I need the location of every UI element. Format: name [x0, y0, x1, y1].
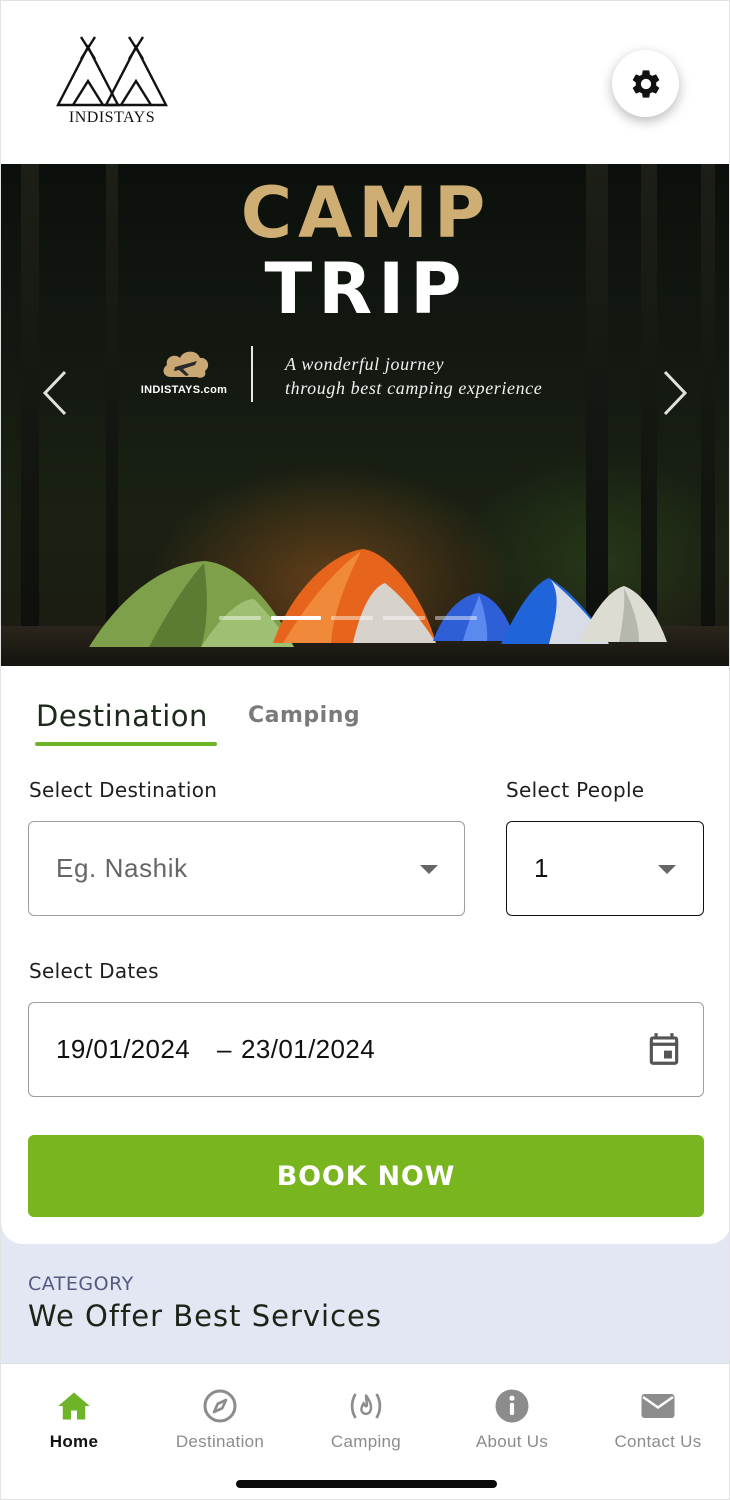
dates-label: Select Dates — [29, 959, 159, 983]
nav-item-camping[interactable]: Camping — [293, 1364, 439, 1464]
destination-select[interactable]: Eg. Nashik — [28, 821, 465, 916]
envelope-icon — [641, 1394, 675, 1418]
nav-item-contact-us[interactable]: Contact Us — [585, 1364, 729, 1464]
people-value: 1 — [534, 853, 550, 883]
nav-label-contact-us: Contact Us — [614, 1432, 702, 1451]
people-select[interactable]: 1 — [506, 821, 704, 916]
bottom-navigation: Home Destination Camping About Us Contac… — [1, 1363, 729, 1499]
carousel-next-icon[interactable] — [659, 368, 691, 418]
carousel-dot[interactable] — [383, 616, 425, 620]
compass-icon — [203, 1389, 237, 1423]
tab-camping[interactable]: Camping — [248, 703, 360, 728]
nav-label-camping: Camping — [330, 1432, 402, 1451]
settings-button[interactable] — [612, 50, 679, 117]
dropdown-caret-icon — [420, 865, 438, 874]
carousel-dot-active[interactable] — [271, 616, 321, 620]
hero-title-camp: CAMP — [240, 172, 492, 254]
carousel-dot[interactable] — [331, 616, 373, 620]
green-tent — [89, 561, 294, 647]
category-title: We Offer Best Services — [28, 1299, 382, 1333]
nav-label-home: Home — [49, 1432, 99, 1451]
cloud-plane-icon — [163, 351, 209, 378]
book-now-button[interactable]: BOOK NOW — [28, 1135, 704, 1217]
tipi-logo-icon — [56, 36, 168, 107]
carousel-indicators — [219, 616, 477, 620]
home-icon — [58, 1392, 90, 1420]
tagline-line-2: through best camping experience — [285, 378, 543, 398]
destination-placeholder: Eg. Nashik — [56, 853, 188, 883]
tab-destination[interactable]: Destination — [36, 699, 208, 733]
white-tent — [579, 586, 667, 642]
gear-icon — [632, 69, 659, 98]
nav-label-destination: Destination — [175, 1432, 265, 1451]
date-range-field[interactable]: 19/01/2024 – 23/01/2024 — [28, 1002, 704, 1097]
app-header: INDISTAYS — [1, 1, 729, 164]
calendar-icon[interactable] — [645, 1030, 683, 1068]
tagline-line-1: A wonderful journey — [285, 354, 445, 374]
date-separator: – — [217, 1034, 232, 1064]
dropdown-caret-icon — [658, 865, 676, 874]
booking-card: Destination Camping Select Destination S… — [1, 666, 729, 1244]
nav-item-destination[interactable]: Destination — [147, 1364, 293, 1464]
nav-label-about-us: About Us — [475, 1432, 549, 1451]
nav-item-about-us[interactable]: About Us — [439, 1364, 585, 1464]
carousel-prev-icon[interactable] — [39, 368, 71, 418]
hero-title-trip: TRIP — [264, 248, 468, 330]
nav-item-home[interactable]: Home — [1, 1364, 147, 1464]
category-kicker: CATEGORY — [28, 1273, 134, 1295]
people-label: Select People — [506, 778, 645, 802]
info-icon — [495, 1389, 529, 1423]
carousel-dot[interactable] — [219, 616, 261, 620]
hero-tagline: A wonderful journey through best camping… — [285, 352, 542, 400]
campfire-icon — [350, 1393, 382, 1419]
orange-tent — [273, 549, 436, 643]
start-date[interactable]: 19/01/2024 — [56, 1034, 190, 1065]
home-indicator[interactable] — [236, 1480, 497, 1488]
app-screen: INDISTAYS CAMP TRIP INDISTAYS.com A wond… — [0, 0, 730, 1500]
hero-brand-text: INDISTAYS.com — [140, 384, 228, 396]
active-tab-indicator — [35, 742, 217, 746]
brand-logo[interactable]: INDISTAYS — [55, 35, 169, 131]
carousel-dot[interactable] — [435, 616, 477, 620]
end-date[interactable]: 23/01/2024 — [241, 1034, 375, 1065]
destination-label: Select Destination — [29, 778, 218, 802]
hero-carousel[interactable]: CAMP TRIP INDISTAYS.com A wonderful jour… — [1, 164, 729, 666]
brand-name: INDISTAYS — [68, 109, 156, 126]
hero-divider — [251, 346, 253, 402]
